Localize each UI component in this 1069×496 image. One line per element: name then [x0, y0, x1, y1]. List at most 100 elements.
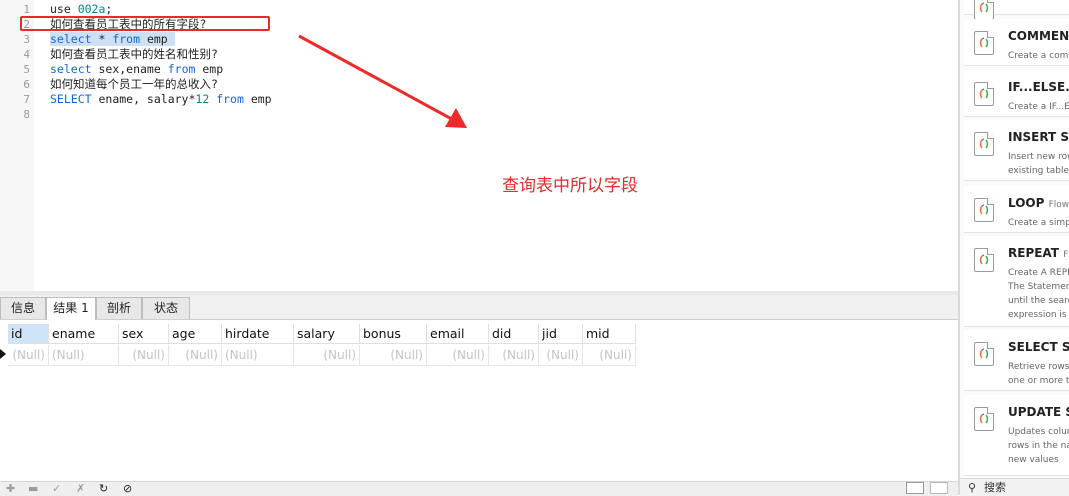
- search-bar[interactable]: ⚲ 搜索: [960, 478, 1069, 496]
- code-token: 如何知道每个员工一年的总收入?: [50, 77, 218, 91]
- code-token: use: [50, 2, 78, 16]
- snippet-file-icon: [974, 342, 994, 366]
- table-cell[interactable]: (Null): [539, 345, 583, 366]
- code-line[interactable]: select sex,ename from emp: [50, 62, 223, 77]
- snippet-title-text: LOOP: [1008, 196, 1045, 210]
- snippet-description: Insert new row existing table: [1008, 152, 1069, 176]
- column-header-bonus[interactable]: bonus: [360, 324, 427, 344]
- grid-view-icon[interactable]: [906, 482, 924, 494]
- tab-status[interactable]: 状态: [142, 297, 190, 319]
- table-cell[interactable]: (Null): [119, 345, 169, 366]
- refresh-icon[interactable]: ↻: [99, 483, 108, 495]
- code-token: from: [216, 92, 244, 106]
- column-header-ename[interactable]: ename: [49, 324, 119, 344]
- snippet-category: Flo: [1063, 250, 1069, 260]
- snippet-title: COMMENT: [1008, 29, 1069, 43]
- minus-icon[interactable]: ▬: [28, 483, 38, 495]
- status-bar: ✚ ▬ ✓ ✗ ↻ ⊘: [0, 481, 958, 496]
- line-number: 1: [23, 3, 30, 16]
- tab-result-1[interactable]: 结果 1: [46, 297, 96, 320]
- snippet-card[interactable]: UPDATE S Updates colur rows in the na ne…: [964, 395, 1069, 476]
- snippet-card[interactable]: IF...ELSE... Create a IF...EL: [964, 70, 1069, 117]
- snippet-file-icon: [974, 198, 994, 222]
- table-cell[interactable]: (Null): [49, 345, 119, 366]
- line-number: 5: [23, 63, 30, 76]
- table-cell[interactable]: (Null): [169, 345, 222, 366]
- code-token: sex,ename: [91, 62, 168, 76]
- snippet-card[interactable]: Create a cond: [964, 0, 1069, 20]
- snippet-description: Create A REPE The Statement until the se…: [1008, 268, 1069, 320]
- tab-profile[interactable]: 剖析: [96, 297, 142, 319]
- code-token: from: [112, 32, 141, 46]
- snippet-title: IF...ELSE...: [1008, 80, 1069, 94]
- code-line[interactable]: use 002a;: [50, 2, 112, 17]
- column-header-did[interactable]: did: [489, 324, 539, 344]
- cross-icon[interactable]: ✗: [76, 483, 85, 495]
- code-token: 002a: [77, 2, 106, 16]
- line-number: 6: [23, 78, 30, 91]
- red-arrow-icon: [298, 34, 467, 128]
- column-header-email[interactable]: email: [427, 324, 489, 344]
- line-number: 4: [23, 48, 30, 61]
- form-view-icon[interactable]: [930, 482, 948, 494]
- table-cell[interactable]: (Null): [427, 345, 489, 366]
- code-token: 12: [195, 92, 210, 106]
- table-cell[interactable]: (Null): [222, 345, 294, 366]
- tab-info[interactable]: 信息: [0, 297, 46, 319]
- table-cell[interactable]: (Null): [360, 345, 427, 366]
- line-number: 3: [23, 33, 30, 46]
- column-header-mid[interactable]: mid: [583, 324, 636, 344]
- column-header-sex[interactable]: sex: [119, 324, 169, 344]
- table-cell[interactable]: (Null): [294, 345, 360, 366]
- code-line[interactable]: SELECT ename, salary*12 from emp: [50, 92, 272, 107]
- snippet-card[interactable]: COMMENT Create a comm: [964, 19, 1069, 66]
- result-tabs: 信息 结果 1 剖析 状态: [0, 295, 958, 320]
- snippet-description: Create a comm: [1008, 51, 1069, 61]
- snippet-description: Retrieve rows one or more ta: [1008, 362, 1069, 386]
- code-line[interactable]: 如何知道每个员工一年的总收入?: [50, 77, 218, 92]
- snippet-card[interactable]: SELECT Sy Retrieve rows one or more ta: [964, 330, 1069, 391]
- snippet-title-text: COMMENT: [1008, 29, 1069, 43]
- highlight-box: [20, 16, 270, 31]
- snippet-panel: Create a condCOMMENT Create a commIF...E…: [960, 0, 1069, 478]
- code-line[interactable]: select * from emp: [50, 32, 175, 47]
- snippet-file-icon: [974, 248, 994, 272]
- code-token: ;: [105, 2, 113, 16]
- table-cell[interactable]: (Null): [8, 345, 49, 366]
- snippet-file-icon: [974, 0, 994, 20]
- snippet-title: REPEAT Flo: [1008, 246, 1069, 260]
- row-indicator-icon: [0, 349, 6, 359]
- line-number: 7: [23, 93, 30, 106]
- snippet-title-text: INSERT Sy: [1008, 130, 1069, 144]
- check-icon[interactable]: ✓: [52, 483, 61, 495]
- snippet-title: UPDATE S: [1008, 405, 1069, 419]
- code-token: emp: [243, 92, 272, 106]
- snippet-description: Updates colur rows in the na new values: [1008, 427, 1069, 465]
- code-token: ename, salary*: [91, 92, 196, 106]
- code-line[interactable]: 如何查看员工表中的姓名和性别?: [50, 47, 218, 62]
- snippet-card[interactable]: REPEAT Flo Create A REPE The Statement un…: [964, 236, 1069, 327]
- line-number: 8: [23, 108, 30, 121]
- snippet-card[interactable]: INSERT Sy Insert new row existing table: [964, 120, 1069, 181]
- column-header-jid[interactable]: jid: [539, 324, 583, 344]
- sql-editor[interactable]: 1 2 3 4 5 6 7 8 use 002a; 如何查看员工表中的所有字段? select * …: [0, 0, 958, 291]
- column-header-salary[interactable]: salary: [294, 324, 360, 344]
- snippet-description: Create a simpl: [1008, 218, 1069, 228]
- code-token: SELECT: [50, 92, 92, 106]
- column-header-id[interactable]: id: [8, 324, 49, 344]
- search-label: 搜索: [984, 481, 1006, 494]
- column-header-age[interactable]: age: [169, 324, 222, 344]
- code-token: select: [50, 62, 92, 76]
- annotation-text: 查询表中所以字段: [502, 176, 638, 196]
- table-cell[interactable]: (Null): [583, 345, 636, 366]
- stop-icon[interactable]: ⊘: [123, 483, 132, 495]
- snippet-title-text: UPDATE S: [1008, 405, 1069, 419]
- plus-icon[interactable]: ✚: [6, 483, 15, 495]
- snippet-description: Create a IF...EL: [1008, 102, 1069, 112]
- snippet-card[interactable]: LOOP Flow Create a simpl: [964, 186, 1069, 233]
- snippet-file-icon: [974, 132, 994, 156]
- code-token: select: [50, 32, 92, 46]
- snippet-title: SELECT Sy: [1008, 340, 1069, 354]
- column-header-hirdate[interactable]: hirdate: [222, 324, 294, 344]
- table-cell[interactable]: (Null): [489, 345, 539, 366]
